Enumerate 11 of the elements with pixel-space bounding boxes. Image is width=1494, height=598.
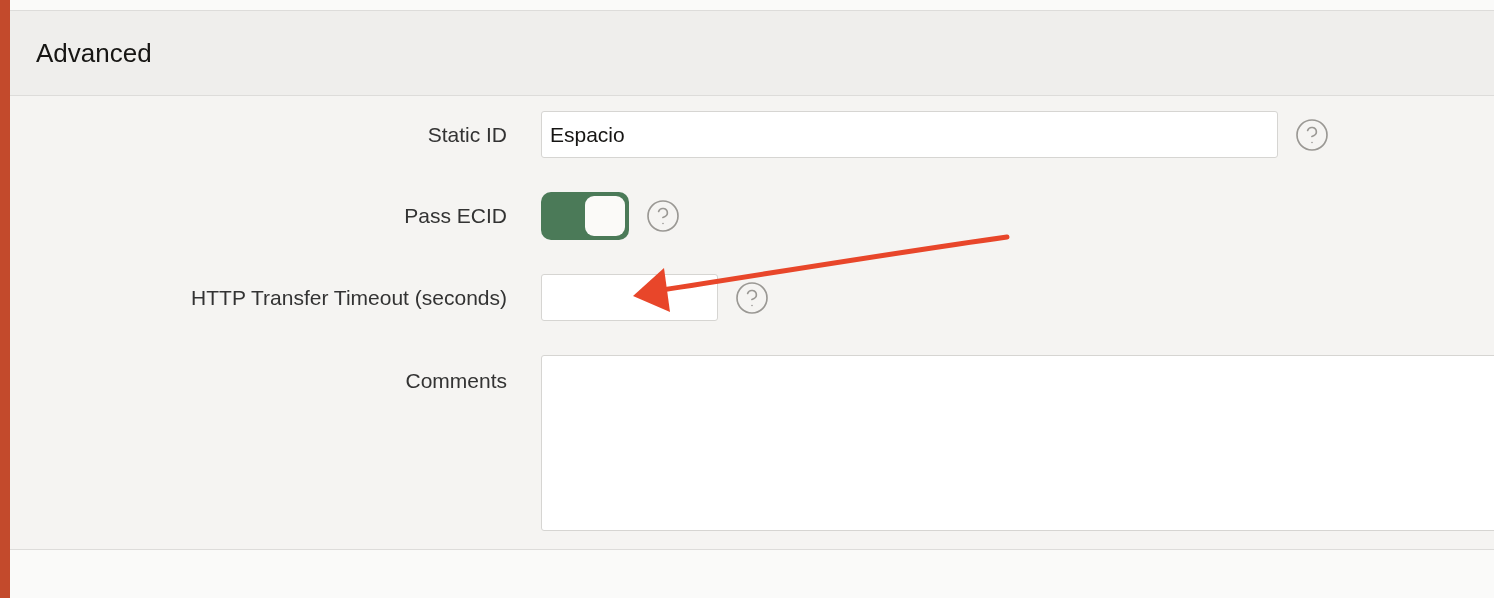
help-icon[interactable] <box>645 198 681 234</box>
comments-field[interactable] <box>541 355 1494 531</box>
toggle-switch[interactable] <box>541 192 629 240</box>
help-icon[interactable] <box>734 279 770 316</box>
section-title: Advanced <box>36 37 152 69</box>
field-label: Static ID <box>427 122 507 147</box>
text-field[interactable]: Espacio <box>541 111 1278 158</box>
help-icon[interactable] <box>1294 116 1330 153</box>
field-label: Comments <box>405 369 507 393</box>
field-label: Pass ECID <box>404 204 507 228</box>
field-label: HTTP Transfer Timeout (seconds) <box>191 285 507 310</box>
